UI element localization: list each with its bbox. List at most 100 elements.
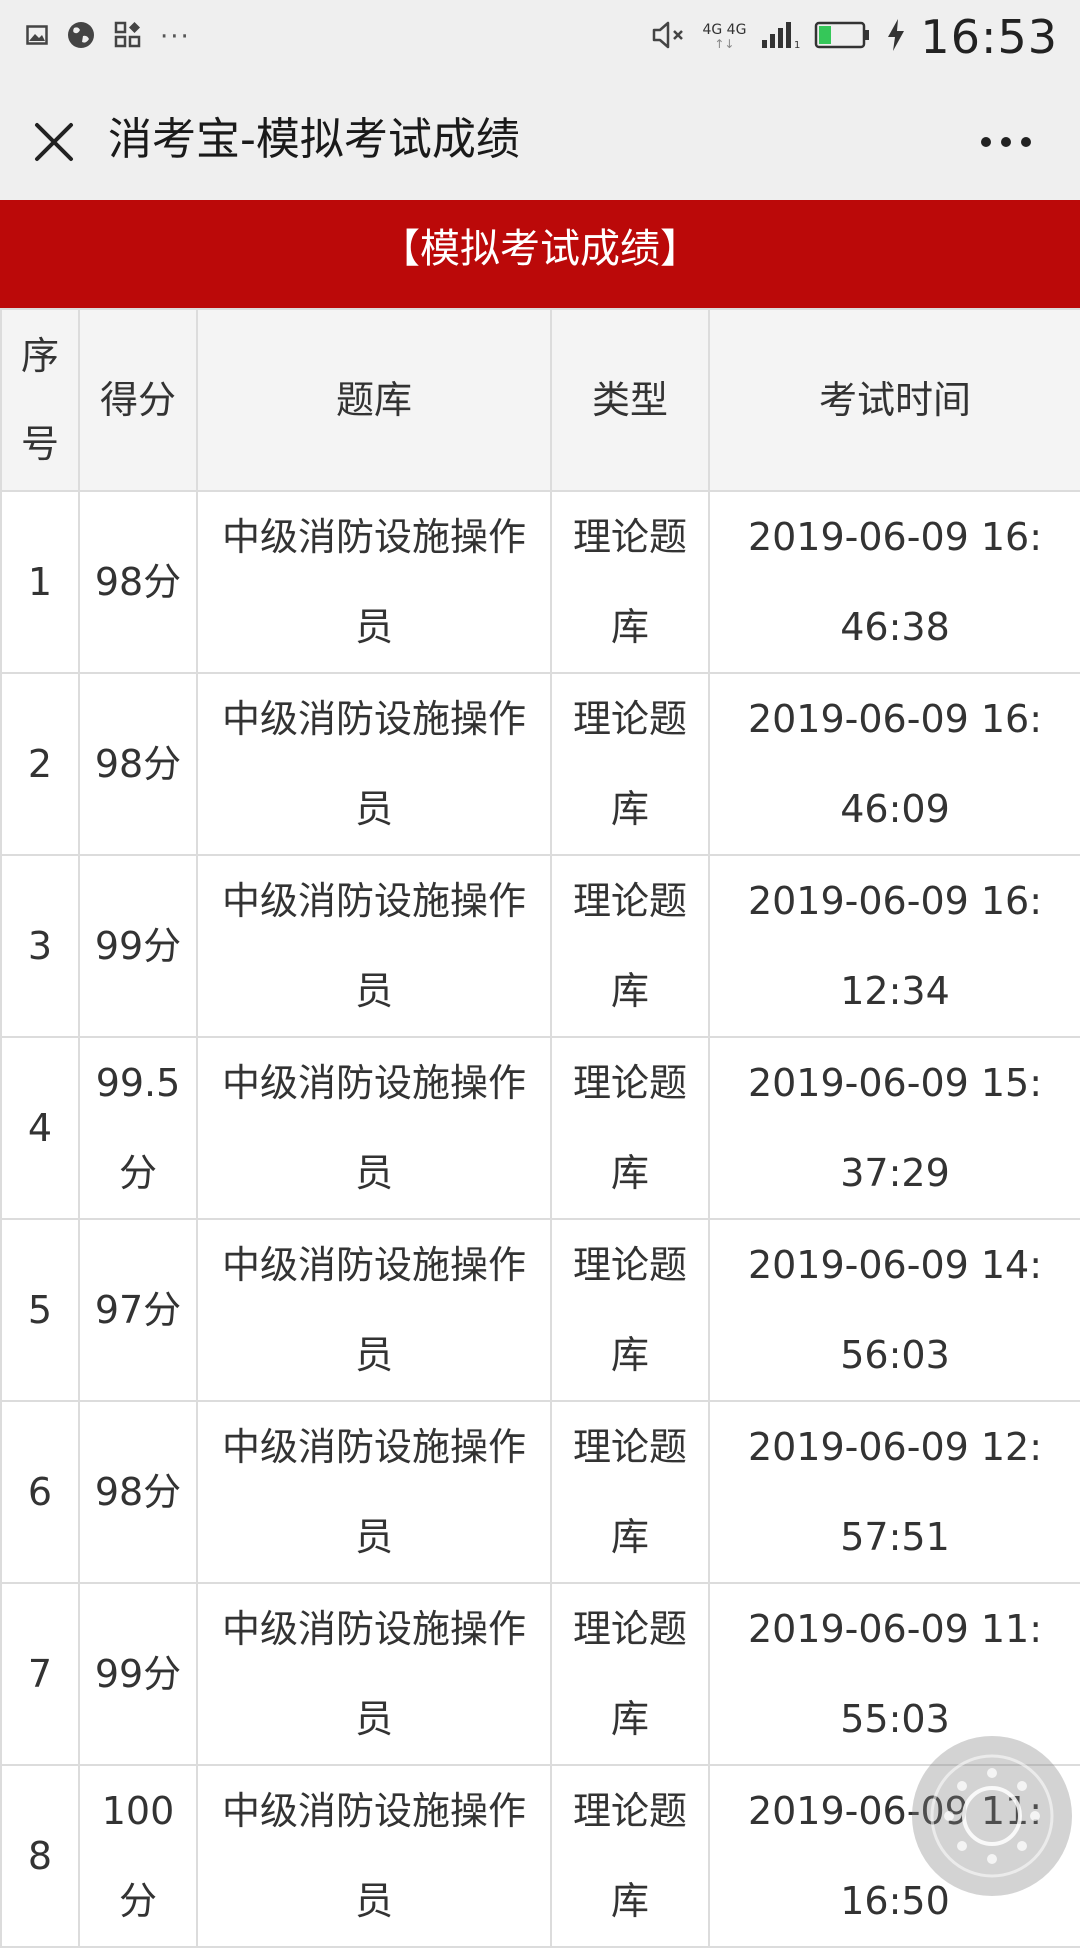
- status-right-icons: 4G 4G ↑↓ 1 16:53: [652, 8, 1058, 66]
- network-type-label: 4G 4G: [702, 22, 747, 38]
- score-value: 99分: [94, 924, 182, 968]
- type-value: 理论题库: [572, 1425, 687, 1559]
- more-button[interactable]: [958, 110, 1054, 174]
- close-button[interactable]: [22, 110, 86, 174]
- header-time-label: 考试时间: [818, 378, 971, 422]
- bank-value: 中级消防设施操作员: [221, 879, 526, 1013]
- time-value: 2019-06-09 11:55:03: [747, 1607, 1043, 1741]
- speaker-mute-icon: [652, 20, 688, 54]
- time-value: 2019-06-09 16:12:34: [747, 879, 1043, 1013]
- table-row: 5 97分 中级消防设施操作员 理论题库 2019-06-09 14:56:03: [0, 1218, 1080, 1402]
- table-header: 序号 得分 题库 类型 考试时间: [0, 308, 1080, 492]
- cell-score: 98分: [78, 672, 198, 856]
- apps-icon: [114, 21, 142, 53]
- score-value: 99.5分: [95, 1061, 181, 1195]
- score-value: 99分: [94, 1652, 182, 1696]
- cell-seq: 5: [0, 1218, 80, 1402]
- score-table: 序号 得分 题库 类型 考试时间 1 98分 中级消防设施操作员 理论题库 20…: [0, 308, 1080, 1948]
- clock: 16:53: [920, 10, 1058, 64]
- cell-type: 理论题库: [550, 1582, 710, 1766]
- header-seq: 序号: [0, 308, 80, 492]
- time-value: 2019-06-09 14:56:03: [747, 1243, 1043, 1377]
- cell-bank: 中级消防设施操作员: [196, 854, 552, 1038]
- cell-type: 理论题库: [550, 854, 710, 1038]
- table-row: 2 98分 中级消防设施操作员 理论题库 2019-06-09 16:46:09: [0, 672, 1080, 856]
- cell-score: 99分: [78, 1582, 198, 1766]
- bank-value: 中级消防设施操作员: [221, 697, 526, 831]
- seq-value: 6: [27, 1470, 53, 1514]
- bank-value: 中级消防设施操作员: [221, 1607, 526, 1741]
- image-icon: [26, 24, 48, 50]
- cell-bank: 中级消防设施操作员: [196, 1582, 552, 1766]
- header-type-label: 类型: [591, 378, 668, 422]
- cell-seq: 4: [0, 1036, 80, 1220]
- more-dots-icon: ···: [160, 22, 191, 52]
- time-value: 2019-06-09 15:37:29: [747, 1061, 1043, 1195]
- time-value: 2019-06-09 12:57:51: [747, 1425, 1043, 1559]
- close-icon: [35, 123, 73, 161]
- cell-type: 理论题库: [550, 1218, 710, 1402]
- table-row: 6 98分 中级消防设施操作员 理论题库 2019-06-09 12:57:51: [0, 1400, 1080, 1584]
- seq-value: 7: [27, 1652, 53, 1696]
- bank-value: 中级消防设施操作员: [221, 1243, 526, 1377]
- table-row: 4 99.5分 中级消防设施操作员 理论题库 2019-06-09 15:37:…: [0, 1036, 1080, 1220]
- globe-icon: [66, 20, 96, 54]
- table-row: 3 99分 中级消防设施操作员 理论题库 2019-06-09 16:12:34: [0, 854, 1080, 1038]
- network-arrows: ↑↓: [714, 37, 735, 51]
- cell-type: 理论题库: [550, 1400, 710, 1584]
- type-value: 理论题库: [572, 1607, 687, 1741]
- table-header-row: 序号 得分 题库 类型 考试时间: [0, 308, 1080, 492]
- section-banner: 【模拟考试成绩】: [0, 200, 1080, 308]
- type-value: 理论题库: [572, 1243, 687, 1377]
- header-seq-label: 序号: [20, 334, 59, 466]
- cell-time: 2019-06-09 15:37:29: [708, 1036, 1080, 1220]
- cell-time: 2019-06-09 16:12:34: [708, 854, 1080, 1038]
- cell-score: 99.5分: [78, 1036, 198, 1220]
- type-value: 理论题库: [572, 1789, 687, 1923]
- assistive-touch-button[interactable]: [912, 1736, 1072, 1896]
- score-value: 97分: [94, 1288, 182, 1332]
- header-type: 类型: [550, 308, 710, 492]
- seq-value: 5: [27, 1288, 53, 1332]
- title-bar: 消考宝-模拟考试成绩: [0, 74, 1080, 200]
- signal-bars-icon: 1: [760, 20, 801, 54]
- score-value: 98分: [94, 1470, 182, 1514]
- header-score: 得分: [78, 308, 198, 492]
- header-bank-label: 题库: [335, 378, 412, 422]
- header-time: 考试时间: [708, 308, 1080, 492]
- assistive-touch-icon: [930, 1754, 1054, 1878]
- cell-bank: 中级消防设施操作员: [196, 490, 552, 674]
- cell-time: 2019-06-09 16:46:38: [708, 490, 1080, 674]
- time-value: 2019-06-09 16:46:38: [747, 515, 1043, 649]
- cell-bank: 中级消防设施操作员: [196, 1036, 552, 1220]
- cell-score: 97分: [78, 1218, 198, 1402]
- charging-bolt-icon: [886, 18, 906, 56]
- cell-time: 2019-06-09 16:46:09: [708, 672, 1080, 856]
- status-bar: ··· 4G 4G ↑↓ 1 16:53: [0, 0, 1080, 74]
- cell-seq: 3: [0, 854, 80, 1038]
- more-icon: [981, 137, 1031, 147]
- seq-value: 3: [27, 924, 53, 968]
- score-value: 100分: [101, 1789, 175, 1923]
- cell-type: 理论题库: [550, 672, 710, 856]
- cell-time: 2019-06-09 14:56:03: [708, 1218, 1080, 1402]
- network-type: 4G 4G ↑↓: [702, 23, 746, 51]
- cell-bank: 中级消防设施操作员: [196, 1218, 552, 1402]
- header-bank: 题库: [196, 308, 552, 492]
- table-row: 1 98分 中级消防设施操作员 理论题库 2019-06-09 16:46:38: [0, 490, 1080, 674]
- cell-score: 99分: [78, 854, 198, 1038]
- seq-value: 1: [27, 560, 53, 604]
- banner-title: 【模拟考试成绩】: [380, 226, 700, 272]
- cell-bank: 中级消防设施操作员: [196, 672, 552, 856]
- battery-icon: [814, 20, 872, 54]
- cell-score: 98分: [78, 1400, 198, 1584]
- type-value: 理论题库: [572, 1061, 687, 1195]
- header-score-label: 得分: [99, 378, 176, 422]
- cell-time: 2019-06-09 11:55:03: [708, 1582, 1080, 1766]
- status-left-icons: ···: [26, 16, 191, 58]
- cell-seq: 6: [0, 1400, 80, 1584]
- type-value: 理论题库: [572, 697, 687, 831]
- seq-value: 8: [27, 1834, 53, 1878]
- bank-value: 中级消防设施操作员: [221, 1061, 526, 1195]
- time-value: 2019-06-09 16:46:09: [747, 697, 1043, 831]
